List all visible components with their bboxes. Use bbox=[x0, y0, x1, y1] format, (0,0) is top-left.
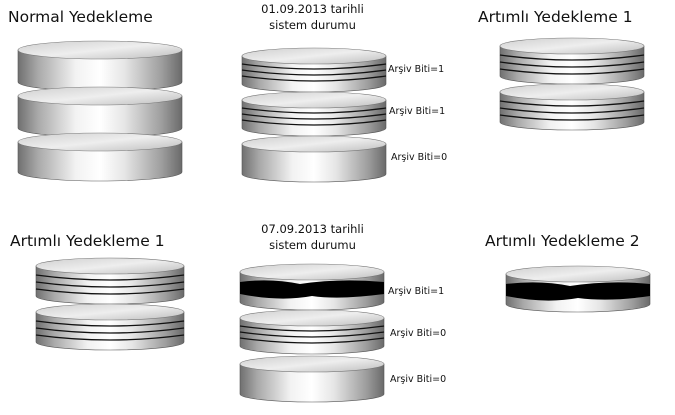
disk-striped bbox=[35, 303, 185, 351]
state-2-disks bbox=[239, 263, 385, 403]
incremental-1-top-disks bbox=[499, 37, 645, 131]
incremental-1-top-title: Artımlı Yedekleme 1 bbox=[478, 8, 633, 26]
normal-backup-title: Normal Yedekleme bbox=[8, 8, 153, 26]
disk-striped bbox=[241, 47, 387, 93]
disk-striped bbox=[241, 91, 387, 137]
disk-striped bbox=[499, 37, 645, 85]
archive-bit-label: Arşiv Biti=0 bbox=[391, 152, 448, 163]
disk-striped bbox=[35, 257, 185, 305]
archive-bit-label: Arşiv Biti=0 bbox=[390, 328, 447, 339]
incremental-2-disks bbox=[505, 265, 651, 313]
archive-bit-label: Arşiv Biti=1 bbox=[389, 106, 446, 117]
disk bbox=[241, 135, 387, 183]
archive-bit-label: Arşiv Biti=1 bbox=[388, 286, 445, 297]
disk bbox=[17, 86, 183, 138]
normal-backup-disks bbox=[17, 40, 183, 182]
state-1-title-line1: 01.09.2013 tarihli bbox=[261, 2, 364, 16]
archive-bit-label: Arşiv Biti=0 bbox=[390, 374, 447, 385]
incremental-2-title: Artımlı Yedekleme 2 bbox=[485, 232, 640, 250]
backup-diagram bbox=[17, 37, 651, 403]
disk-striped bbox=[239, 309, 385, 355]
state-1-title-line2: sistem durumu bbox=[269, 17, 356, 32]
state-2-title-line2: sistem durumu bbox=[269, 237, 356, 252]
disk bbox=[239, 355, 385, 403]
state-1-disks bbox=[241, 47, 387, 183]
disk-changed bbox=[505, 265, 651, 313]
incremental-1-bottom-disks bbox=[35, 257, 185, 351]
disk-changed bbox=[239, 263, 385, 311]
archive-bit-label: Arşiv Biti=1 bbox=[388, 64, 445, 75]
state-1-title: 01.09.2013 tarihli sistem durumu bbox=[250, 2, 375, 33]
incremental-1-bottom-title: Artımlı Yedekleme 1 bbox=[10, 232, 165, 250]
disk bbox=[17, 132, 183, 182]
disk-striped bbox=[499, 83, 645, 131]
state-2-title-line1: 07.09.2013 tarihli bbox=[261, 222, 364, 236]
state-2-title: 07.09.2013 tarihli sistem durumu bbox=[250, 222, 375, 253]
disk bbox=[17, 40, 183, 92]
